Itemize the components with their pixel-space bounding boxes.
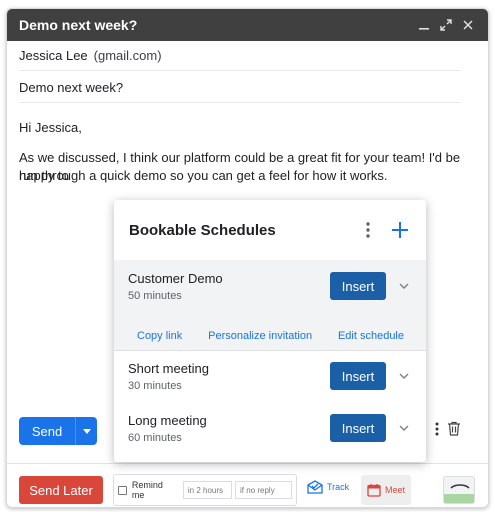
body-line-2[interactable]: run through a quick demo so you can get … xyxy=(19,167,469,185)
track-button[interactable]: Track xyxy=(307,480,349,494)
chevron-down-icon[interactable] xyxy=(398,283,410,289)
trash-icon[interactable] xyxy=(447,421,461,441)
body-greeting[interactable]: Hi Jessica, xyxy=(19,119,469,137)
schedule-links: Copy link Personalize invitation Edit sc… xyxy=(114,322,426,350)
popup-title: Bookable Schedules xyxy=(129,221,276,239)
schedule-name: Short meeting xyxy=(128,360,209,376)
meet-button[interactable]: Meet xyxy=(361,475,411,505)
expand-icon[interactable] xyxy=(436,15,456,35)
compose-title: Demo next week? xyxy=(19,17,138,33)
remind-hours-input[interactable]: in 2 hours xyxy=(182,481,233,499)
compose-right-tools xyxy=(435,421,461,441)
insert-button[interactable]: Insert xyxy=(330,362,386,390)
remind-reply-input[interactable]: if no reply xyxy=(235,481,292,499)
edit-schedule-link[interactable]: Edit schedule xyxy=(338,330,404,342)
compose-titlebar[interactable]: Demo next week? xyxy=(7,9,488,41)
remind-label: Remind me xyxy=(131,480,163,500)
recipient-email: (gmail.com) xyxy=(93,48,162,63)
remind-me-group: Remind me in 2 hours if no reply xyxy=(113,474,297,506)
send-options-button[interactable] xyxy=(75,417,97,445)
personalize-invitation-link[interactable]: Personalize invitation xyxy=(208,330,312,342)
schedule-item[interactable]: Long meeting 60 minutes Insert xyxy=(114,402,426,454)
schedule-item[interactable]: Customer Demo 50 minutes Insert xyxy=(114,260,426,312)
send-group: Send xyxy=(19,417,97,445)
insert-button[interactable]: Insert xyxy=(330,414,386,442)
schedule-duration: 60 minutes xyxy=(128,431,182,444)
send-button[interactable]: Send xyxy=(19,417,75,445)
more-options-icon[interactable] xyxy=(435,422,439,441)
extension-icon[interactable] xyxy=(443,476,475,504)
popup-header: Bookable Schedules xyxy=(114,200,426,260)
recipient-name: Jessica Lee xyxy=(19,48,88,63)
schedule-duration: 50 minutes xyxy=(128,289,182,302)
subject-field[interactable]: Demo next week? xyxy=(19,73,461,103)
meet-label: Meet xyxy=(384,485,405,495)
close-icon[interactable] xyxy=(458,15,478,35)
remind-checkbox[interactable] xyxy=(118,485,127,495)
plus-icon[interactable] xyxy=(390,221,410,239)
track-label: Track xyxy=(327,482,350,492)
schedule-name: Long meeting xyxy=(128,412,207,428)
minimize-icon[interactable] xyxy=(414,15,434,35)
copy-link[interactable]: Copy link xyxy=(137,330,182,342)
subject-text: Demo next week? xyxy=(19,80,124,95)
track-icon xyxy=(307,480,323,494)
calendar-icon xyxy=(367,484,381,497)
more-vert-icon[interactable] xyxy=(360,222,376,238)
insert-button[interactable]: Insert xyxy=(330,272,386,300)
schedule-name: Customer Demo xyxy=(128,270,223,286)
schedule-duration: 30 minutes xyxy=(128,379,182,392)
schedule-item[interactable]: Short meeting 30 minutes Insert xyxy=(114,350,426,402)
to-field[interactable]: Jessica Lee (gmail.com) xyxy=(19,41,461,71)
bookable-schedules-popup: Bookable Schedules Customer Demo 50 minu… xyxy=(114,200,426,462)
bottom-bar: Send Later Remind me in 2 hours if no re… xyxy=(7,463,488,507)
chevron-down-icon[interactable] xyxy=(398,373,410,379)
chevron-down-icon[interactable] xyxy=(398,425,410,431)
caret-down-icon xyxy=(82,428,91,434)
send-later-button[interactable]: Send Later xyxy=(19,476,103,504)
